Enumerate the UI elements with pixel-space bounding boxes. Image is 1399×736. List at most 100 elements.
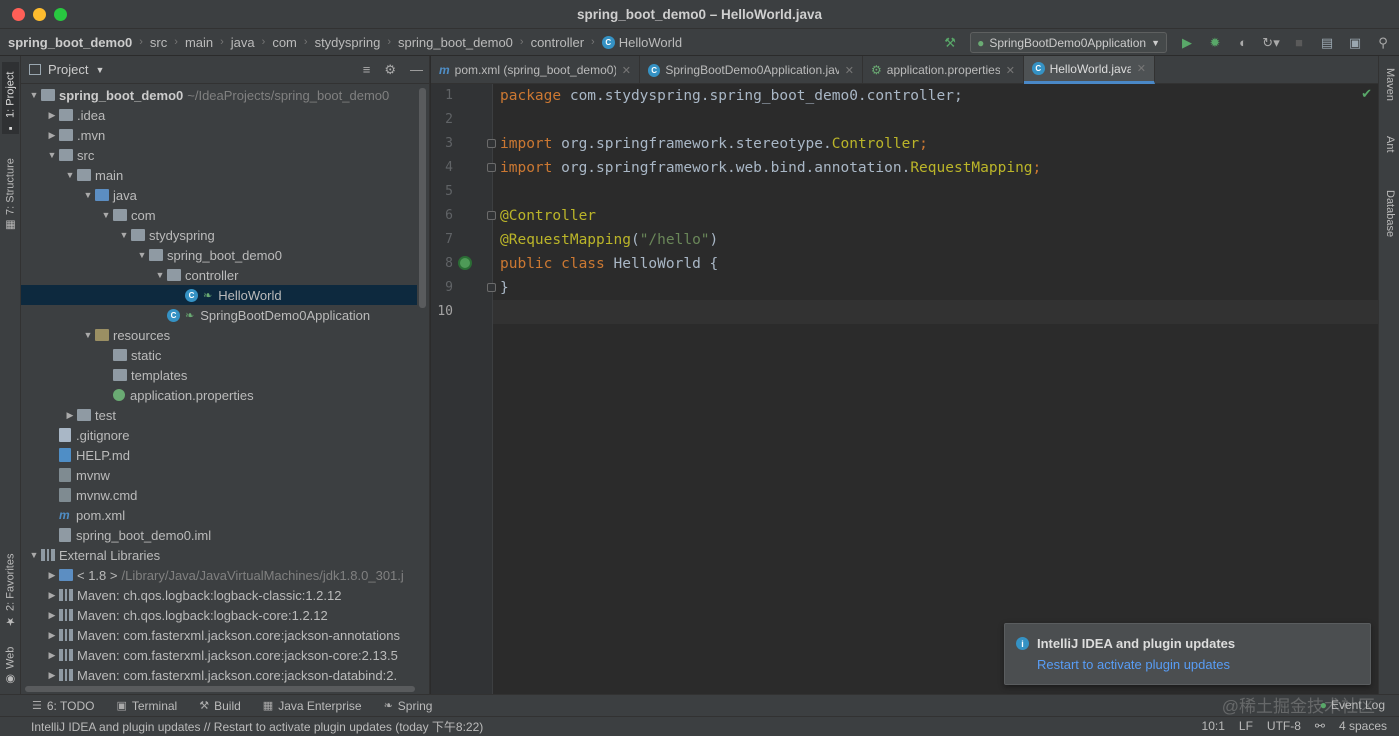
tree-node[interactable]: ▼ src [21, 145, 417, 165]
close-icon[interactable]: ✕ [1006, 64, 1015, 77]
expanded-arrow-icon[interactable]: ▼ [45, 150, 59, 160]
run-configuration-select[interactable]: ● SpringBootDemo0Application ▼ [970, 32, 1167, 53]
tree-node[interactable]: ▶ .idea [21, 105, 417, 125]
run-icon[interactable]: ▶ [1179, 35, 1195, 51]
file-encoding[interactable]: UTF-8 [1267, 719, 1301, 733]
code-content[interactable]: package com.stydyspring.spring_boot_demo… [500, 84, 1041, 324]
tree-node[interactable]: C ❧ SpringBootDemo0Application [21, 305, 417, 325]
expanded-arrow-icon[interactable]: ▼ [81, 330, 95, 340]
collapsed-arrow-icon[interactable]: ▶ [45, 670, 59, 681]
tree-node[interactable]: ▶ Maven: ch.qos.logback:logback-core:1.2.… [21, 605, 417, 625]
expanded-arrow-icon[interactable]: ▼ [27, 550, 41, 560]
breadcrumb-item[interactable]: controller [531, 35, 584, 50]
line-separator[interactable]: LF [1239, 719, 1253, 733]
hide-panel-icon[interactable]: — [410, 62, 423, 78]
project-structure-icon[interactable]: ▤ [1319, 35, 1335, 51]
event-log-button[interactable]: ● Event Log [1320, 698, 1385, 712]
caret-position[interactable]: 10:1 [1202, 719, 1225, 733]
tree-node[interactable]: C ❧ HelloWorld [21, 285, 417, 305]
tree-node[interactable]: ▶ Maven: com.fasterxml.jackson.core:jacks… [21, 625, 417, 645]
project-view-select[interactable]: Project [48, 62, 88, 77]
collapsed-arrow-icon[interactable]: ▶ [45, 650, 59, 661]
tree-node[interactable]: ▶ test [21, 405, 417, 425]
breadcrumb-item[interactable]: java [231, 35, 255, 50]
editor-tab[interactable]: C SpringBootDemo0Application.java ✕ [640, 56, 863, 84]
breadcrumb-item[interactable]: main [185, 35, 213, 50]
tree-node[interactable]: ▼ main [21, 165, 417, 185]
expanded-arrow-icon[interactable]: ▼ [153, 270, 167, 280]
zoom-window-button[interactable] [54, 8, 67, 21]
tree-node[interactable]: ▶ Maven: com.fasterxml.jackson.core:jacks… [21, 645, 417, 665]
debug-icon[interactable]: ✹ [1207, 35, 1223, 51]
tab-web[interactable]: ◉ Web [2, 642, 19, 686]
tree-node[interactable]: mvnw [21, 465, 417, 485]
minimize-window-button[interactable] [33, 8, 46, 21]
fold-marker-icon[interactable] [487, 283, 496, 292]
fold-marker-icon[interactable] [487, 163, 496, 172]
expanded-arrow-icon[interactable]: ▼ [135, 250, 149, 260]
indent-setting[interactable]: 4 spaces [1339, 719, 1387, 733]
tab-project[interactable]: ▪ 1: Project [2, 62, 19, 134]
fold-marker-icon[interactable] [487, 211, 496, 220]
expanded-arrow-icon[interactable]: ▼ [117, 230, 131, 240]
lock-icon[interactable]: ⚯ [1315, 719, 1325, 733]
tree-node[interactable]: m pom.xml [21, 505, 417, 525]
tree-horizontal-scrollbar[interactable] [25, 686, 415, 692]
tool-window-button[interactable]: ❧ Spring [384, 699, 433, 713]
tree-node[interactable]: ▼ java [21, 185, 417, 205]
tree-vertical-scrollbar[interactable] [419, 88, 426, 308]
close-window-button[interactable] [12, 8, 25, 21]
tab-favorites[interactable]: ★ 2: Favorites [2, 546, 19, 628]
code-line[interactable] [500, 300, 1041, 324]
breadcrumb-item[interactable]: C HelloWorld [601, 35, 682, 50]
presentation-icon[interactable]: ▣ [1347, 35, 1363, 51]
tree-node[interactable]: ▼ spring_boot_demo0 [21, 245, 417, 265]
code-line[interactable]: package com.stydyspring.spring_boot_demo… [500, 84, 1041, 108]
collapsed-arrow-icon[interactable]: ▶ [45, 130, 59, 141]
tree-node[interactable]: static [21, 345, 417, 365]
build-hammer-icon[interactable]: ⚒ [942, 35, 958, 51]
collapsed-arrow-icon[interactable]: ▶ [45, 630, 59, 641]
tree-node[interactable]: ▼ com [21, 205, 417, 225]
breadcrumb-item[interactable]: spring_boot_demo0 [8, 35, 132, 50]
editor-tab[interactable]: C HelloWorld.java ✕ [1024, 56, 1155, 84]
collapsed-arrow-icon[interactable]: ▶ [45, 590, 59, 601]
expanded-arrow-icon[interactable]: ▼ [99, 210, 113, 220]
tool-window-button[interactable]: ▣ Terminal [116, 699, 177, 713]
close-icon[interactable]: ✕ [622, 64, 631, 77]
editor-tab[interactable]: m pom.xml (spring_boot_demo0) ✕ [431, 56, 640, 84]
breadcrumb-item[interactable]: com [272, 35, 297, 50]
tab-structure[interactable]: ▦ 7: Structure [2, 152, 19, 232]
stop-icon[interactable]: ■ [1291, 35, 1307, 51]
code-editor[interactable]: 1 2 3 4 5 6 7 8 9 10 package com.stydyspring.spri… [431, 84, 1378, 694]
editor-tab[interactable]: ⚙ application.properties ✕ [863, 56, 1024, 84]
code-line[interactable]: import org.springframework.web.bind.anno… [500, 156, 1041, 180]
tree-node[interactable]: application.properties [21, 385, 417, 405]
breadcrumb-item[interactable]: spring_boot_demo0 [398, 35, 513, 50]
tree-node[interactable]: ▼ resources [21, 325, 417, 345]
close-icon[interactable]: ✕ [845, 64, 854, 77]
tree-node[interactable]: ▶ < 1.8 >/Library/Java/JavaVirtualMachine… [21, 565, 417, 585]
breadcrumb-item[interactable]: stydyspring [315, 35, 381, 50]
status-message[interactable]: IntelliJ IDEA and plugin updates // Rest… [31, 718, 483, 735]
tree-node[interactable]: .gitignore [21, 425, 417, 445]
tree-node[interactable]: templates [21, 365, 417, 385]
code-line[interactable] [500, 108, 1041, 132]
tree-node[interactable]: spring_boot_demo0.iml [21, 525, 417, 545]
tree-node[interactable]: ▶ .mvn [21, 125, 417, 145]
tool-window-button[interactable]: ☰ 6: TODO [32, 699, 94, 713]
tree-node[interactable]: mvnw.cmd [21, 485, 417, 505]
tab-ant[interactable]: Ant [1384, 136, 1396, 153]
tab-maven[interactable]: Maven [1384, 68, 1396, 101]
tool-window-button[interactable]: ⚒ Build [199, 699, 241, 713]
close-icon[interactable]: ✕ [1137, 62, 1146, 75]
tree-node[interactable]: ▼ stydyspring [21, 225, 417, 245]
expanded-arrow-icon[interactable]: ▼ [63, 170, 77, 180]
tree-node[interactable]: HELP.md [21, 445, 417, 465]
code-line[interactable]: public class HelloWorld { [500, 252, 1041, 276]
expanded-arrow-icon[interactable]: ▼ [81, 190, 95, 200]
chevron-down-icon[interactable]: ▼ [95, 65, 104, 75]
tab-database[interactable]: Database [1384, 190, 1396, 237]
tree-node[interactable]: ▶ Maven: ch.qos.logback:logback-classic:1… [21, 585, 417, 605]
collapse-all-icon[interactable]: ≡ [363, 62, 371, 78]
